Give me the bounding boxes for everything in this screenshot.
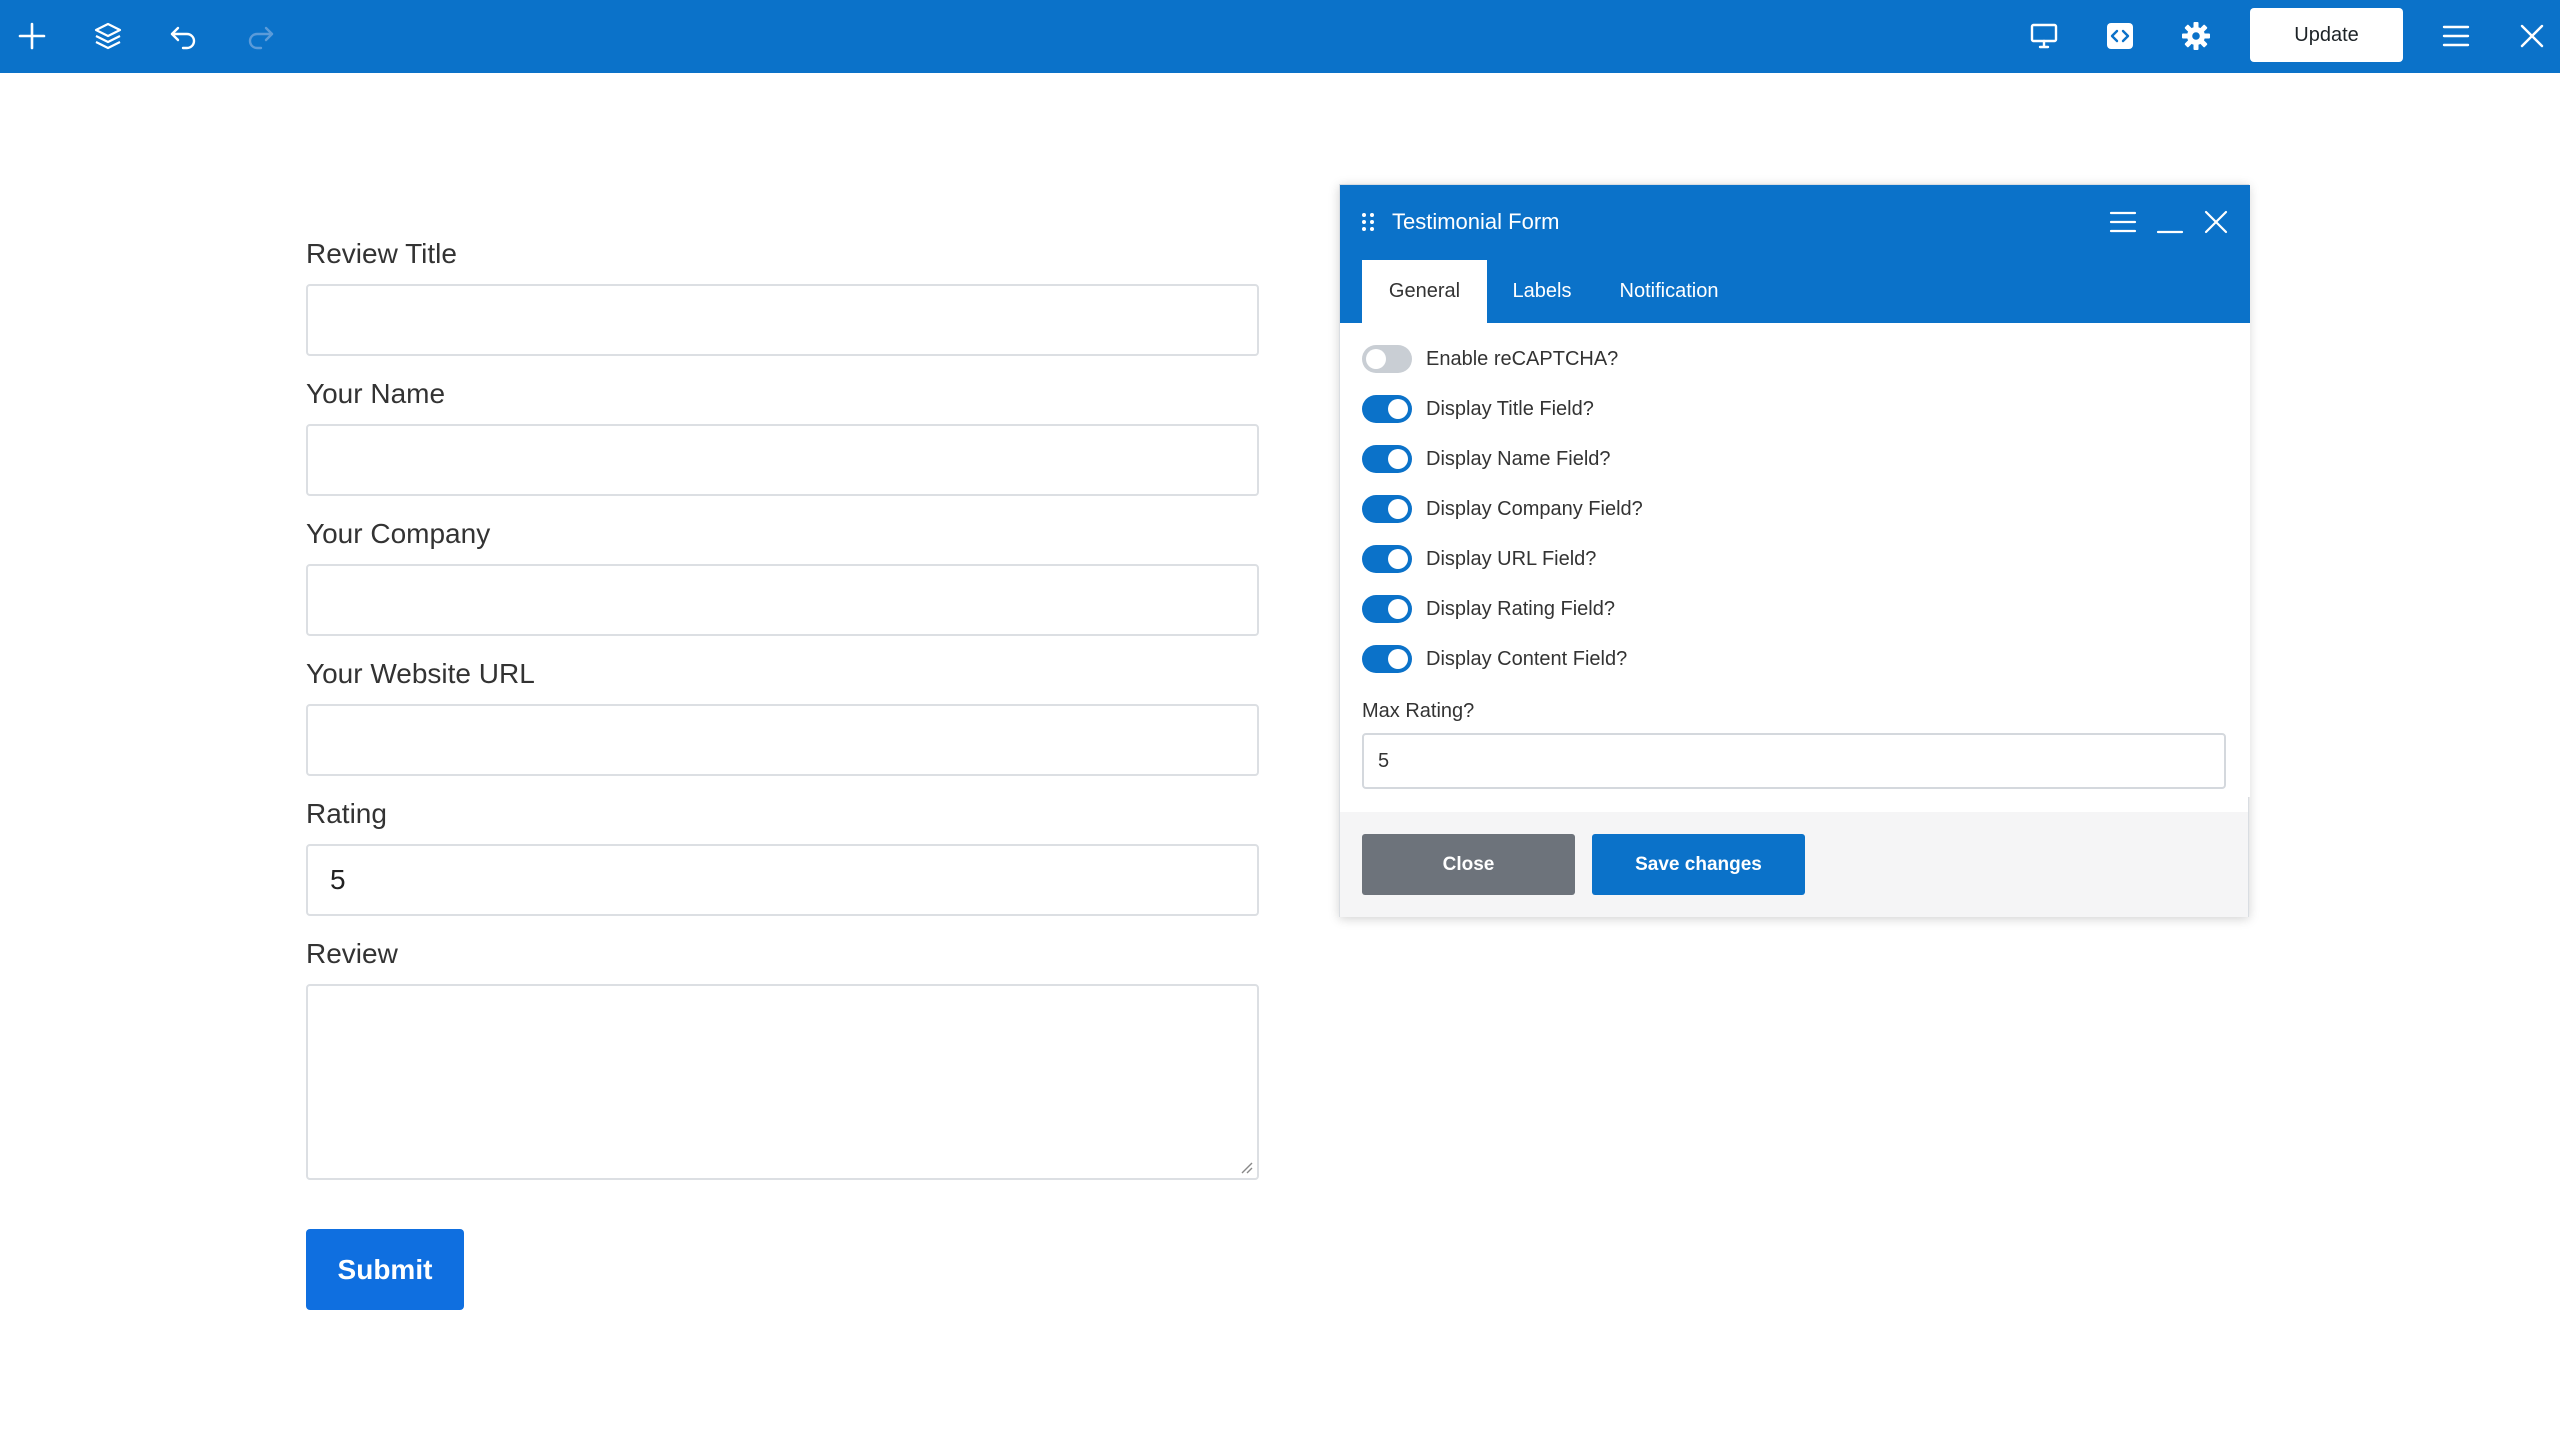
panel-minimize-icon[interactable] — [2153, 205, 2187, 239]
update-button[interactable]: Update — [2250, 8, 2403, 62]
review-title-group: Review Title — [306, 236, 1259, 356]
drag-handle-icon[interactable] — [1360, 211, 1376, 233]
recaptcha-toggle-label: Enable reCAPTCHA? — [1426, 347, 1619, 370]
undo-icon[interactable] — [162, 14, 206, 58]
website-url-label: Your Website URL — [306, 658, 535, 689]
review-title-input[interactable] — [306, 284, 1259, 356]
panel-footer: Close Save changes — [1340, 812, 2248, 917]
save-changes-button[interactable]: Save changes — [1592, 834, 1805, 895]
tab-labels[interactable]: Labels — [1492, 260, 1592, 323]
rating-group: Rating 5 — [306, 796, 1259, 916]
hamburger-menu-icon[interactable] — [2434, 14, 2478, 58]
your-name-label: Your Name — [306, 378, 446, 409]
toggle-row-recaptcha[interactable]: Enable reCAPTCHA? — [1362, 344, 1618, 374]
panel-menu-icon[interactable] — [2106, 205, 2140, 239]
toggle-row-name[interactable]: Display Name Field? — [1362, 444, 1611, 474]
top-toolbar: Update — [0, 0, 2560, 73]
your-company-label: Your Company — [306, 518, 491, 549]
your-name-input[interactable] — [306, 424, 1259, 496]
tab-general[interactable]: General — [1362, 260, 1487, 323]
toggle-row-title[interactable]: Display Title Field? — [1362, 394, 1594, 424]
resize-grip-icon[interactable] — [1239, 1160, 1253, 1174]
review-group: Review — [306, 936, 1259, 1180]
panel-header: Testimonial Form General Labels Notifica… — [1340, 185, 2250, 323]
redo-icon[interactable] — [238, 14, 282, 58]
close-button[interactable]: Close — [1362, 834, 1575, 895]
rating-label: Rating — [306, 798, 387, 829]
url-field-toggle[interactable] — [1362, 545, 1412, 573]
name-field-toggle-label: Display Name Field? — [1426, 447, 1611, 470]
your-name-group: Your Name — [306, 376, 1259, 496]
max-rating-label: Max Rating? — [1362, 700, 1475, 722]
toggle-row-url[interactable]: Display URL Field? — [1362, 544, 1596, 574]
panel-close-icon[interactable] — [2199, 205, 2233, 239]
close-icon[interactable] — [2510, 14, 2554, 58]
company-field-toggle[interactable] — [1362, 495, 1412, 523]
toggle-row-content[interactable]: Display Content Field? — [1362, 644, 1627, 674]
rating-field-toggle-label: Display Rating Field? — [1426, 597, 1615, 620]
recaptcha-toggle[interactable] — [1362, 345, 1412, 373]
testimonial-form-settings-panel: Testimonial Form General Labels Notifica… — [1339, 184, 2250, 917]
gear-icon[interactable] — [2174, 14, 2218, 58]
add-icon[interactable] — [10, 14, 54, 58]
your-company-group: Your Company — [306, 516, 1259, 636]
toggle-row-company[interactable]: Display Company Field? — [1362, 494, 1643, 524]
rating-input[interactable]: 5 — [306, 844, 1259, 916]
submit-button[interactable]: Submit — [306, 1229, 464, 1310]
desktop-icon[interactable] — [2022, 14, 2066, 58]
url-field-toggle-label: Display URL Field? — [1426, 547, 1597, 570]
your-company-input[interactable] — [306, 564, 1259, 636]
title-field-toggle[interactable] — [1362, 395, 1412, 423]
content-field-toggle-label: Display Content Field? — [1426, 647, 1628, 670]
tab-notification[interactable]: Notification — [1602, 260, 1736, 323]
review-textarea[interactable] — [306, 984, 1259, 1180]
content-field-toggle[interactable] — [1362, 645, 1412, 673]
testimonial-form: Review Title Your Name Your Company Your… — [306, 236, 1259, 1200]
layers-icon[interactable] — [86, 14, 130, 58]
name-field-toggle[interactable] — [1362, 445, 1412, 473]
code-icon[interactable] — [2098, 14, 2142, 58]
review-title-label: Review Title — [306, 238, 457, 269]
rating-field-toggle[interactable] — [1362, 595, 1412, 623]
panel-title: Testimonial Form — [1392, 209, 1560, 234]
website-url-input[interactable] — [306, 704, 1259, 776]
max-rating-input[interactable]: 5 — [1362, 733, 2226, 789]
title-field-toggle-label: Display Title Field? — [1426, 397, 1594, 420]
company-field-toggle-label: Display Company Field? — [1426, 497, 1643, 520]
website-url-group: Your Website URL — [306, 656, 1259, 776]
review-label: Review — [306, 938, 398, 969]
toggle-row-rating[interactable]: Display Rating Field? — [1362, 594, 1615, 624]
